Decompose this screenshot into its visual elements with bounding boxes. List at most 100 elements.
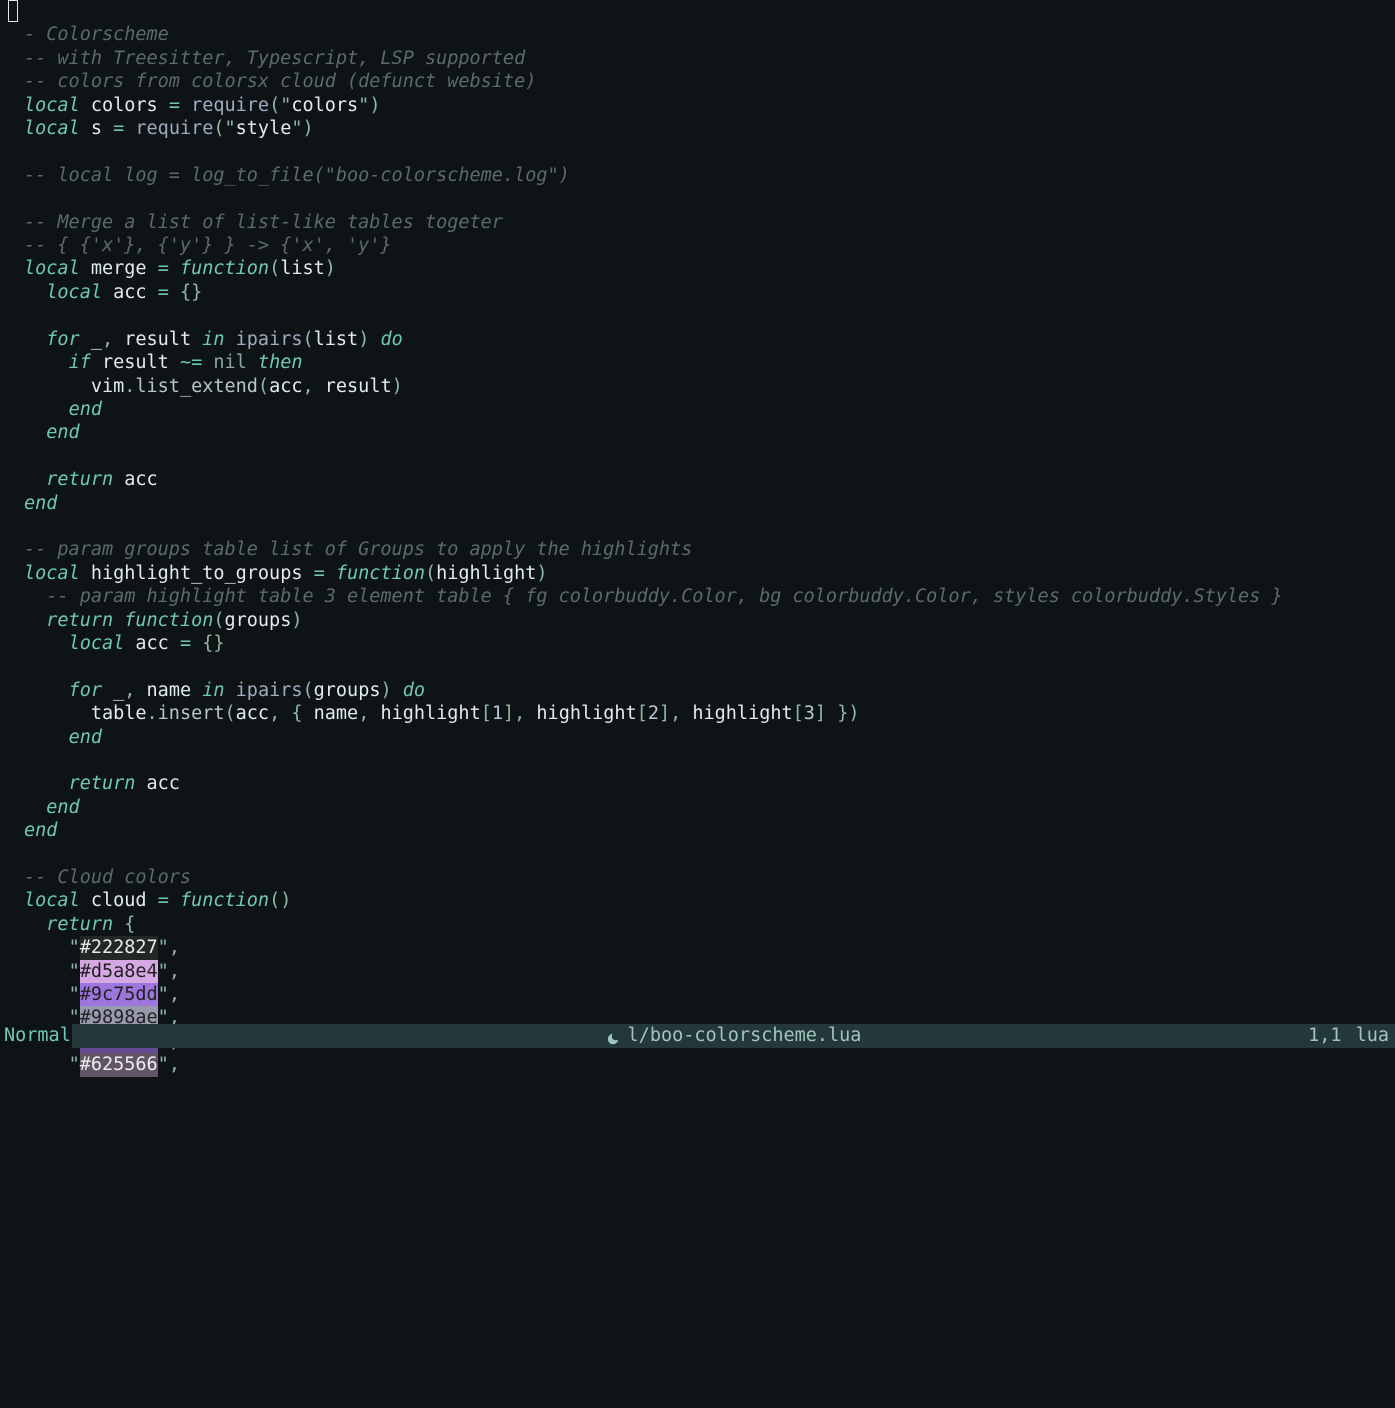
- comma: ,: [169, 984, 180, 1005]
- lua-icon: [606, 1029, 620, 1043]
- operator: =: [113, 118, 124, 139]
- paren: (: [225, 703, 236, 724]
- keyword-if: if: [69, 352, 91, 373]
- ident: merge: [91, 258, 147, 279]
- ident: highlight: [536, 703, 636, 724]
- keyword-local: local: [24, 95, 80, 116]
- comment: -- Cloud colors: [24, 867, 191, 888]
- keyword-local: local: [24, 563, 80, 584]
- quote: ": [158, 984, 169, 1005]
- paren: ): [291, 610, 302, 631]
- paren: ): [392, 376, 403, 397]
- hex-color-swatch: #d5a8e4: [80, 960, 158, 983]
- brace: {: [124, 914, 135, 935]
- comma: ,: [169, 937, 180, 958]
- comma: ,: [102, 329, 113, 350]
- ident: acc: [269, 376, 302, 397]
- method: insert: [158, 703, 225, 724]
- status-filetype: lua: [1356, 1024, 1389, 1047]
- quote: ": [158, 937, 169, 958]
- quote: ": [225, 118, 236, 139]
- ident: name: [147, 680, 192, 701]
- keyword-in: in: [202, 680, 224, 701]
- keyword-local: local: [69, 633, 125, 654]
- operator: =: [158, 258, 169, 279]
- keyword-function: function: [180, 890, 269, 911]
- operator: =: [158, 890, 169, 911]
- comma: ,: [302, 376, 313, 397]
- method: list_extend: [135, 376, 258, 397]
- comment: -- { {'x'}, {'y'} } -> {'x', 'y'}: [24, 235, 392, 256]
- ident: acc: [147, 773, 180, 794]
- ident: name: [314, 703, 359, 724]
- quote: ": [358, 95, 369, 116]
- status-main: l/boo-colorscheme.lua 1,1 lua: [72, 1024, 1395, 1047]
- ident: _: [113, 680, 124, 701]
- paren: (: [303, 680, 314, 701]
- dot: .: [124, 376, 135, 397]
- ident: groups: [314, 680, 381, 701]
- quote: ": [69, 984, 80, 1005]
- number: 3: [804, 703, 815, 724]
- quote: ": [69, 961, 80, 982]
- number: 1: [492, 703, 503, 724]
- comment: -- param highlight table 3 element table…: [46, 586, 1282, 607]
- paren: ): [325, 258, 336, 279]
- keyword-end: end: [46, 422, 79, 443]
- bracket: ]: [503, 703, 514, 724]
- comment: -- param groups table list of Groups to …: [24, 539, 692, 560]
- ident: list: [314, 329, 359, 350]
- string: colors: [291, 95, 358, 116]
- keyword-return: return: [46, 914, 113, 935]
- keyword-do: do: [403, 680, 425, 701]
- keyword-return: return: [46, 469, 113, 490]
- paren: ): [369, 95, 380, 116]
- code-editor[interactable]: - Colorscheme -- with Treesitter, Typesc…: [0, 0, 1395, 1077]
- operator: =: [180, 633, 191, 654]
- comma: ,: [169, 961, 180, 982]
- ident: highlight_to_groups: [91, 563, 303, 584]
- bracket: ]: [659, 703, 670, 724]
- cursor: [8, 0, 18, 22]
- bracket: [: [481, 703, 492, 724]
- paren: (: [213, 118, 224, 139]
- ident: s: [91, 118, 102, 139]
- ident: cloud: [91, 890, 147, 911]
- comment: -- colors from colorsx cloud (defunct we…: [24, 71, 536, 92]
- status-file-text: l/boo-colorscheme.lua: [628, 1024, 862, 1047]
- quote: ": [158, 1054, 169, 1075]
- keyword-function: function: [180, 258, 269, 279]
- brace: {: [291, 703, 302, 724]
- keyword-nil: nil: [213, 352, 246, 373]
- function-call: require: [191, 95, 269, 116]
- quote: ": [69, 937, 80, 958]
- keyword-then: then: [258, 352, 303, 373]
- comment: - Colorscheme: [24, 24, 169, 45]
- paren: (: [425, 563, 436, 584]
- keyword-end: end: [46, 797, 79, 818]
- brace: {}: [180, 282, 202, 303]
- status-filename: l/boo-colorscheme.lua: [606, 1024, 862, 1047]
- brace: }: [837, 703, 848, 724]
- status-position: 1,1: [1308, 1024, 1341, 1047]
- ident: acc: [113, 282, 146, 303]
- bracket: [: [637, 703, 648, 724]
- comment: -- Merge a list of list-like tables toge…: [24, 212, 503, 233]
- dot: .: [147, 703, 158, 724]
- paren: ): [536, 563, 547, 584]
- hex-color-swatch: #222827: [80, 936, 158, 959]
- paren: ): [358, 329, 369, 350]
- comma: ,: [269, 703, 280, 724]
- keyword-return: return: [46, 610, 113, 631]
- paren: ): [303, 118, 314, 139]
- operator: ~=: [180, 352, 202, 373]
- keyword-end: end: [24, 493, 57, 514]
- ident: result: [124, 329, 191, 350]
- comment: -- local log = log_to_file("boo-colorsch…: [24, 165, 570, 186]
- function-call: ipairs: [236, 329, 303, 350]
- comma: ,: [670, 703, 681, 724]
- paren: (): [269, 890, 291, 911]
- function-call: ipairs: [236, 680, 303, 701]
- param: list: [280, 258, 325, 279]
- keyword-for: for: [69, 680, 102, 701]
